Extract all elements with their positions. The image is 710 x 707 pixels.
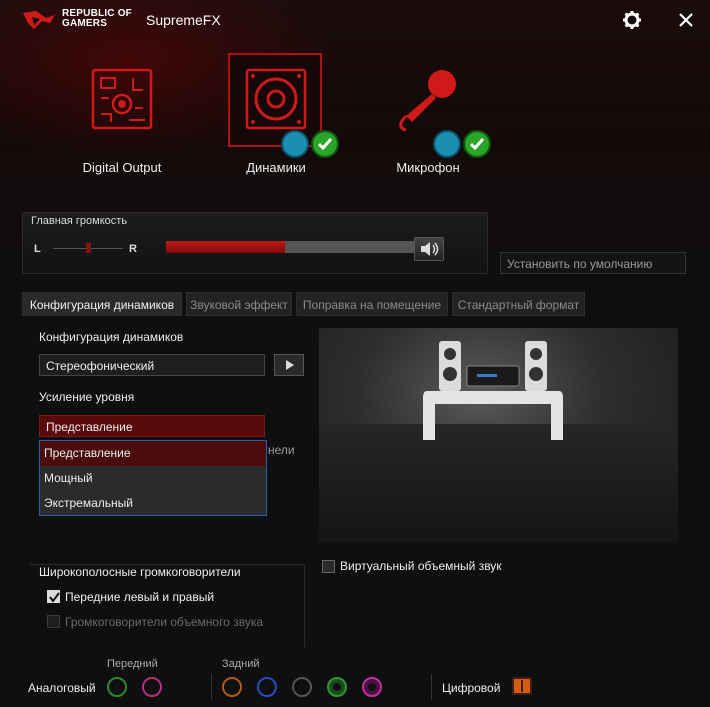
fullrange-title: Широкополосные громкоговорители xyxy=(39,565,241,579)
front-jacks-label: Передний xyxy=(107,658,158,670)
chat-badge-icon xyxy=(433,130,461,158)
speaker-volume-icon xyxy=(421,242,439,256)
device-speakers[interactable]: Динамики xyxy=(226,50,339,180)
front-jack-green[interactable] xyxy=(107,677,127,697)
gain-select[interactable]: Представление xyxy=(39,415,265,437)
surround-speakers-checkbox[interactable] xyxy=(47,615,60,628)
balance-left-label: L xyxy=(34,243,41,255)
obscured-text: нели xyxy=(268,443,295,457)
close-icon xyxy=(679,13,693,27)
brand-line-2: GAMERS xyxy=(62,18,108,29)
front-lr-label: Передние левый и правый xyxy=(65,590,215,604)
device-microphone[interactable]: Микрофон xyxy=(378,50,491,180)
tab-room-correction[interactable]: Поправка на помещение xyxy=(296,292,448,316)
master-volume-title: Главная громкость xyxy=(31,215,128,227)
tab-default-format[interactable]: Стандартный формат xyxy=(452,292,585,316)
speaker-config-select[interactable]: Стереофонический xyxy=(39,354,265,376)
master-volume-panel: Главная громкость L R xyxy=(22,212,488,274)
speaker-icon xyxy=(245,68,307,130)
jack-status-bar: Передний Задний Аналоговый Цифровой xyxy=(0,650,710,707)
analog-label: Аналоговый xyxy=(28,681,96,695)
master-volume-slider[interactable] xyxy=(166,241,414,253)
front-lr-checkbox[interactable] xyxy=(47,590,60,603)
gain-dropdown-list: Представление Мощный Экстремальный xyxy=(39,440,267,516)
speaker-config-label: Конфигурация динамиков xyxy=(39,330,184,344)
play-test-button[interactable] xyxy=(274,354,304,376)
divider xyxy=(431,674,432,700)
surround-speakers-label: Громкоговорители объемного звука xyxy=(65,615,264,629)
set-default-button[interactable]: Установить по умолчанию xyxy=(500,252,686,274)
rear-jack-green[interactable] xyxy=(327,677,347,697)
tab-sound-effect[interactable]: Звуковой эффект xyxy=(186,292,292,316)
balance-right-label: R xyxy=(129,243,137,255)
tab-speaker-config[interactable]: Конфигурация динамиков xyxy=(22,292,182,316)
mute-button[interactable] xyxy=(414,237,444,261)
device-label: Digital Output xyxy=(82,160,162,175)
settings-button[interactable] xyxy=(622,10,642,30)
divider xyxy=(211,674,212,700)
rear-jack-black[interactable] xyxy=(292,677,312,697)
gear-icon xyxy=(623,11,641,29)
digital-label: Цифровой xyxy=(442,681,501,695)
virtual-surround-checkbox[interactable] xyxy=(322,560,335,573)
rog-logo-icon xyxy=(23,11,55,29)
speaker-preview xyxy=(319,328,678,543)
rear-jacks-label: Задний xyxy=(222,658,260,670)
speaker-stand-image xyxy=(423,341,563,440)
chat-badge-icon xyxy=(281,130,309,158)
rear-jack-pink[interactable] xyxy=(362,677,382,697)
device-label: Динамики xyxy=(246,160,306,175)
device-digital-output[interactable]: Digital Output xyxy=(72,50,172,180)
microphone-icon xyxy=(399,70,456,132)
title-bar: REPUBLIC OF GAMERS SupremeFX xyxy=(0,0,710,40)
rear-jack-orange[interactable] xyxy=(222,677,242,697)
speaker-config-panel: Конфигурация динамиков Стереофонический … xyxy=(22,316,688,647)
virtual-surround-label: Виртуальный объемный звук xyxy=(340,559,502,573)
play-icon xyxy=(286,360,294,370)
app-title: SupremeFX xyxy=(146,12,221,28)
gain-value: Представление xyxy=(46,420,133,434)
brand-text: REPUBLIC OF GAMERS xyxy=(62,9,132,29)
balance-slider-thumb[interactable] xyxy=(86,243,91,253)
gain-option[interactable]: Представление xyxy=(40,441,266,466)
close-button[interactable] xyxy=(676,10,696,30)
speaker-config-value: Стереофонический xyxy=(46,359,155,373)
supremefx-window: REPUBLIC OF GAMERS SupremeFX Digital Out… xyxy=(0,0,710,707)
gain-label: Усиление уровня xyxy=(39,390,135,404)
device-label: Микрофон xyxy=(396,160,460,175)
check-badge-icon xyxy=(311,130,339,158)
device-selector: Digital Output Динамики Микрофон xyxy=(0,50,710,190)
gain-option[interactable]: Экстремальный xyxy=(40,491,266,516)
front-jack-pink[interactable] xyxy=(142,677,162,697)
master-volume-fill xyxy=(166,241,286,253)
check-badge-icon xyxy=(463,130,491,158)
rear-jack-blue[interactable] xyxy=(257,677,277,697)
circuit-board-icon xyxy=(91,68,153,130)
digital-port-icon[interactable] xyxy=(512,677,532,695)
gain-option[interactable]: Мощный xyxy=(40,466,266,491)
